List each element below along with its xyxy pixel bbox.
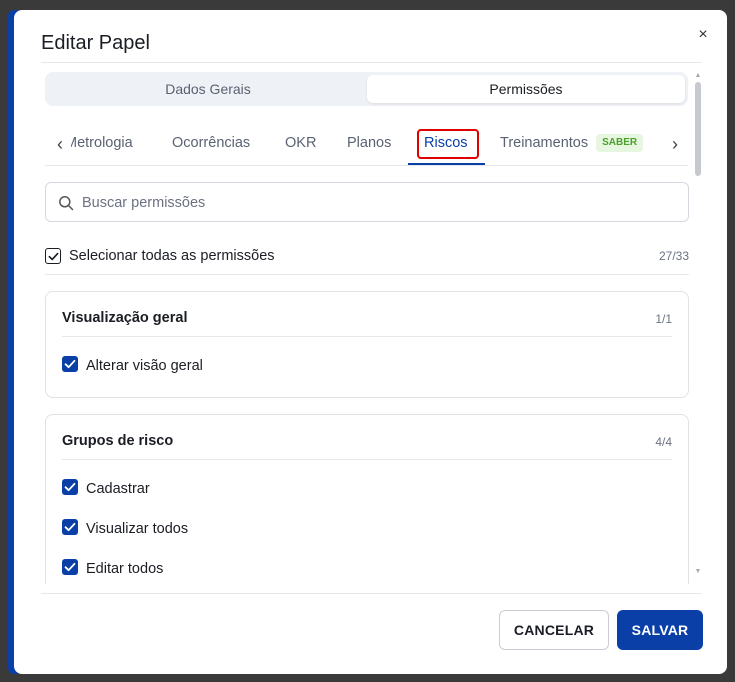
permission-label: Alterar visão geral [86, 358, 203, 374]
group-count: 1/1 [655, 312, 672, 326]
divider [41, 593, 702, 594]
tab-planos[interactable]: Planos [347, 128, 391, 166]
tab-ocorrencias[interactable]: Ocorrências [172, 128, 250, 166]
highlight-box [417, 129, 479, 159]
scrollbar-thumb[interactable] [695, 82, 701, 176]
scrollbar[interactable]: ▲ ▼ [694, 72, 702, 576]
module-tabs: ‹ Metrologia Ocorrências OKR Planos Risc… [45, 128, 688, 166]
chevron-left-icon[interactable]: ‹ [52, 134, 68, 154]
segmented-control: Dados Gerais Permissões [45, 72, 688, 106]
permission-checkbox[interactable] [62, 356, 78, 372]
group-title: Grupos de risco [62, 433, 174, 449]
active-tab-underline [408, 163, 485, 165]
saber-badge: SABER [596, 134, 644, 152]
tab-metrologia[interactable]: Metrologia [71, 128, 133, 166]
dialog-title: Editar Papel [41, 32, 150, 54]
check-icon [64, 562, 76, 572]
search-input[interactable] [82, 191, 672, 215]
segment-permissoes[interactable]: Permissões [367, 75, 685, 103]
divider [62, 459, 672, 460]
select-all-label: Selecionar todas as permissões [69, 248, 275, 264]
divider [45, 274, 689, 275]
permission-label: Cadastrar [86, 481, 150, 497]
permission-checkbox[interactable] [62, 479, 78, 495]
tab-treinamentos-label: Treinamentos [500, 135, 589, 151]
group-count: 4/4 [655, 435, 672, 449]
chevron-right-icon[interactable]: › [667, 134, 683, 154]
permission-group-visualizacao: Visualização geral 1/1 Alterar visão ger… [45, 291, 689, 398]
close-icon[interactable]: × [694, 26, 712, 44]
scroll-up-icon[interactable]: ▲ [694, 72, 702, 80]
edit-role-dialog: Editar Papel × Dados Gerais Permissões ‹… [14, 10, 727, 674]
permission-group-grupos-de-risco: Grupos de risco 4/4 Cadastrar Visualizar… [45, 414, 689, 584]
scroll-down-icon[interactable]: ▼ [694, 568, 702, 576]
permission-checkbox[interactable] [62, 559, 78, 575]
check-icon [48, 252, 59, 261]
segment-dados-gerais[interactable]: Dados Gerais [49, 75, 367, 103]
divider [41, 62, 702, 63]
check-icon [64, 522, 76, 532]
select-all-row: Selecionar todas as permissões 27/33 [45, 246, 689, 274]
cancel-button[interactable]: CANCELAR [499, 610, 609, 650]
save-button[interactable]: SALVAR [617, 610, 703, 650]
permission-checkbox[interactable] [62, 519, 78, 535]
tabs-viewport: Metrologia Ocorrências OKR Planos Riscos… [71, 128, 665, 166]
permission-label: Visualizar todos [86, 521, 189, 537]
search-box [45, 182, 689, 222]
select-all-count: 27/33 [658, 249, 689, 263]
tab-riscos[interactable]: Riscos [408, 128, 485, 166]
check-icon [64, 359, 76, 369]
tab-okr[interactable]: OKR [285, 128, 316, 166]
divider [62, 336, 672, 337]
select-all-checkbox[interactable] [45, 248, 61, 264]
tab-treinamentos[interactable]: Treinamentos SABER [500, 128, 644, 166]
check-icon [64, 482, 76, 492]
search-icon [59, 196, 74, 211]
permission-label: Editar todos [86, 561, 164, 577]
group-title: Visualização geral [62, 310, 188, 326]
